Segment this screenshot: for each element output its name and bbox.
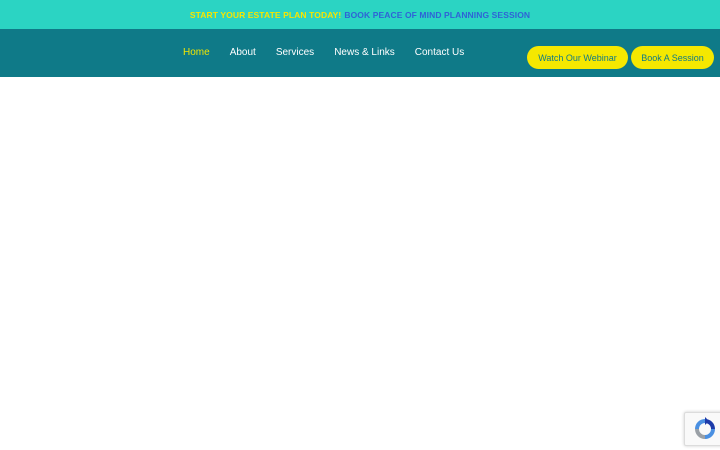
book-session-button[interactable]: Book A Session xyxy=(631,46,714,69)
watch-webinar-button[interactable]: Watch Our Webinar xyxy=(527,46,628,69)
nav-link-home[interactable]: Home xyxy=(183,29,210,77)
nav-menu: Home About Services News & Links Contact… xyxy=(183,29,484,77)
nav-item-home: Home xyxy=(183,30,210,77)
recaptcha-icon xyxy=(695,417,715,439)
nav-item-services: Services xyxy=(276,30,314,77)
nav-link-contact[interactable]: Contact Us xyxy=(415,29,464,77)
nav-item-contact: Contact Us xyxy=(415,30,464,77)
nav-link-news-links[interactable]: News & Links xyxy=(334,29,395,77)
nav-item-news-links: News & Links xyxy=(334,30,395,77)
nav-link-about[interactable]: About xyxy=(230,29,256,77)
nav-item-about: About xyxy=(230,30,256,77)
recaptcha-badge[interactable] xyxy=(684,412,720,446)
promo-text: START YOUR ESTATE PLAN TODAY! xyxy=(189,9,342,20)
promo-booking-link[interactable]: BOOK PEACE OF MIND PLANNING SESSION xyxy=(344,10,530,20)
nav-link-services[interactable]: Services xyxy=(276,29,314,77)
promo-bar: START YOUR ESTATE PLAN TODAY! BOOK PEACE… xyxy=(0,0,720,29)
